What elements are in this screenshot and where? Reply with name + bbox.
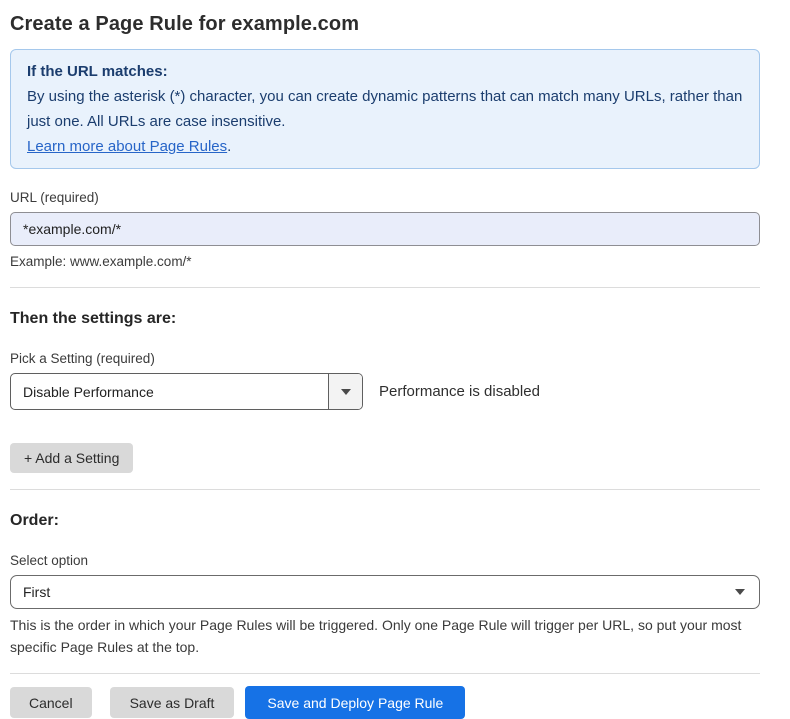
url-example-helper: Example: www.example.com/* [10,253,760,270]
learn-more-link[interactable]: Learn more about Page Rules [27,138,227,155]
chevron-down-icon [735,589,745,595]
order-section-heading: Order: [10,511,760,530]
setting-status-text: Performance is disabled [379,383,540,400]
page-title: Create a Page Rule for example.com [10,12,760,36]
page-rule-form: Create a Page Rule for example.com If th… [0,0,790,719]
pick-setting-label: Pick a Setting (required) [10,350,760,367]
form-actions: Cancel Save as Draft Save and Deploy Pag… [10,686,760,719]
settings-section-heading: Then the settings are: [10,309,760,328]
save-and-deploy-button[interactable]: Save and Deploy Page Rule [245,686,465,719]
info-box-body: By using the asterisk (*) character, you… [27,84,743,134]
add-setting-button[interactable]: + Add a Setting [10,443,133,473]
select-option-label: Select option [10,552,760,569]
order-select-value: First [23,584,50,600]
setting-dropdown-arrow-button[interactable] [328,374,362,409]
save-as-draft-button[interactable]: Save as Draft [110,687,235,718]
order-helper-text: This is the order in which your Page Rul… [10,614,755,658]
setting-dropdown-value: Disable Performance [11,374,328,409]
url-match-info-box: If the URL matches: By using the asteris… [10,49,760,169]
cancel-button[interactable]: Cancel [10,687,92,718]
setting-dropdown[interactable]: Disable Performance [10,373,363,410]
info-box-heading: If the URL matches: [27,59,743,84]
setting-row: Disable Performance Performance is disab… [10,373,760,410]
chevron-down-icon [341,389,351,395]
link-period: . [227,138,231,155]
url-input[interactable] [10,212,760,246]
divider [10,673,760,674]
info-box-link-line: Learn more about Page Rules. [27,134,743,159]
divider [10,287,760,288]
divider [10,489,760,490]
url-field-label: URL (required) [10,189,760,206]
order-select[interactable]: First [10,575,760,609]
